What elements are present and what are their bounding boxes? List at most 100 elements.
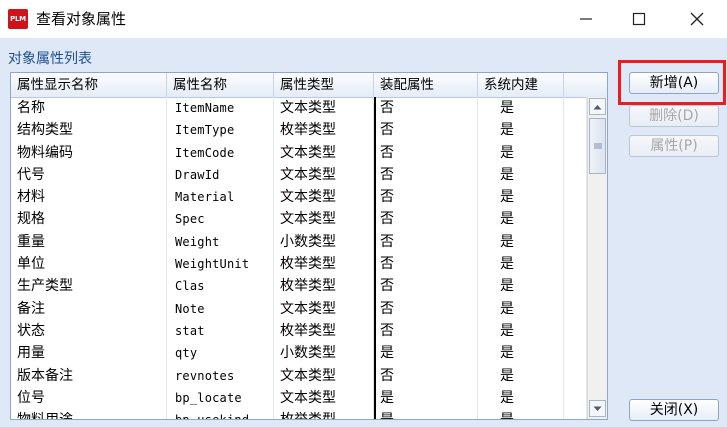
cell-assembly-attribute: 否 (374, 364, 478, 387)
cell-attribute-name: Material (167, 186, 274, 209)
cell-system-builtin: 是 (478, 141, 564, 164)
cell-attribute-type: 枚举类型 (274, 319, 374, 343)
cell-filler (564, 186, 587, 209)
cell-system-builtin: 是 (478, 319, 564, 343)
cell-filler (564, 364, 587, 387)
properties-button[interactable]: 属性(P) (629, 135, 719, 157)
column-header-attribute-name[interactable]: 属性名称 (167, 73, 274, 97)
cell-display-name: 物料用途 (11, 409, 167, 419)
cell-attribute-name: Weight (167, 230, 274, 254)
column-header-assembly-attribute[interactable]: 装配属性 (374, 73, 478, 97)
close-window-button[interactable] (674, 0, 720, 38)
maximize-button[interactable] (616, 0, 662, 38)
table-row[interactable]: 物料用途bp_usekind枚举类型是是 (11, 409, 587, 419)
table-row[interactable]: 重量 Weight 小数类型否是 (11, 230, 587, 254)
cell-display-name: 版本备注 (11, 364, 167, 387)
cell-attribute-type: 小数类型 (274, 342, 374, 365)
cell-attribute-name: bp_locate (167, 386, 274, 410)
window-title: 查看对象属性 (36, 10, 127, 28)
frozen-column-divider (374, 97, 376, 419)
cell-display-name: 重量 (11, 230, 167, 254)
cell-filler (564, 342, 587, 365)
table-row[interactable]: 结构类型 ItemType 枚举类型否是 (11, 119, 587, 142)
table-row[interactable]: 版本备注 revnotes 文本类型否是 (11, 364, 587, 387)
scroll-thumb[interactable] (589, 118, 606, 174)
cell-display-name: 状态 (11, 319, 167, 343)
table-row[interactable]: 备注 Note 文本类型否是 (11, 297, 587, 320)
cell-attribute-type: 文本类型 (274, 208, 374, 231)
cell-attribute-name: ItemName (167, 97, 274, 120)
table-row[interactable]: 单位 WeightUnit 枚举类型否是 (11, 253, 587, 276)
cell-attribute-name: bp_usekind (167, 409, 274, 419)
cell-filler (564, 97, 587, 120)
cell-attribute-name: Note (167, 297, 274, 320)
cell-filler (564, 163, 587, 187)
cell-attribute-name: stat (167, 319, 274, 343)
dialog-body: 对象属性列表 属性显示名称 属性名称 属性类型 装配属性 系统内建 名称 Item… (0, 38, 727, 427)
scroll-up-button[interactable] (589, 98, 606, 115)
chevron-up-icon (593, 104, 602, 109)
cell-attribute-type: 文本类型 (274, 386, 374, 410)
column-header-filler (564, 73, 607, 97)
maximize-icon (632, 12, 646, 26)
table-row[interactable]: 状态 stat 枚举类型否是 (11, 319, 587, 343)
cell-display-name: 结构类型 (11, 119, 167, 142)
cell-display-name: 物料编码 (11, 141, 167, 164)
table-row[interactable]: 位号 bp_locate 文本类型是是 (11, 386, 587, 410)
cell-attribute-name: revnotes (167, 364, 274, 387)
table-row[interactable]: 规格 Spec 文本类型否是 (11, 208, 587, 231)
cell-attribute-name: qty (167, 342, 274, 365)
cell-attribute-type: 小数类型 (274, 230, 374, 254)
cell-display-name: 用量 (11, 342, 167, 365)
cell-attribute-name: WeightUnit (167, 253, 274, 276)
scroll-down-button[interactable] (589, 400, 606, 417)
cell-assembly-attribute: 是 (374, 409, 478, 419)
cell-filler (564, 253, 587, 276)
cell-attribute-type: 文本类型 (274, 364, 374, 387)
cell-system-builtin: 是 (478, 386, 564, 410)
column-header-attribute-type[interactable]: 属性类型 (274, 73, 374, 97)
cell-assembly-attribute: 是 (374, 342, 478, 365)
cell-attribute-type: 枚举类型 (274, 253, 374, 276)
cell-filler (564, 409, 587, 419)
cell-filler (564, 386, 587, 410)
cell-system-builtin: 是 (478, 163, 564, 187)
cell-system-builtin: 是 (478, 119, 564, 142)
add-button[interactable]: 新增(A) (629, 72, 719, 94)
cell-attribute-type: 文本类型 (274, 297, 374, 320)
cell-filler (564, 275, 587, 298)
table-row[interactable]: 名称 ItemName 文本类型否是 (11, 97, 587, 120)
cell-system-builtin: 是 (478, 409, 564, 419)
table-row[interactable]: 生产类型 Clas 枚举类型否是 (11, 275, 587, 298)
minimize-button[interactable] (563, 0, 609, 38)
cell-assembly-attribute: 否 (374, 253, 478, 276)
cell-system-builtin: 是 (478, 364, 564, 387)
cell-filler (564, 319, 587, 343)
attribute-grid: 属性显示名称 属性名称 属性类型 装配属性 系统内建 名称 ItemName 文本类… (10, 72, 608, 420)
cell-display-name: 代号 (11, 163, 167, 187)
cell-attribute-name: DrawId (167, 163, 274, 187)
cell-display-name: 名称 (11, 97, 167, 120)
title-bar: PLM 查看对象属性 (0, 0, 727, 38)
cell-display-name: 规格 (11, 208, 167, 231)
cell-system-builtin: 是 (478, 342, 564, 365)
cell-system-builtin: 是 (478, 208, 564, 231)
cell-system-builtin: 是 (478, 186, 564, 209)
table-row[interactable]: 物料编码 ItemCode 文本类型否是 (11, 141, 587, 164)
column-header-system-builtin[interactable]: 系统内建 (478, 73, 564, 97)
table-row[interactable]: 材料 Material 文本类型否是 (11, 186, 587, 209)
table-row[interactable]: 代号 DrawId 文本类型否是 (11, 163, 587, 187)
cell-attribute-type: 文本类型 (274, 97, 374, 120)
close-button[interactable]: 关闭(X) (629, 399, 719, 421)
table-row[interactable]: 用量 qty 小数类型是是 (11, 342, 587, 365)
minimize-icon (580, 18, 592, 20)
cell-assembly-attribute: 否 (374, 97, 478, 120)
cell-filler (564, 208, 587, 231)
vertical-scrollbar[interactable] (587, 97, 607, 419)
chevron-down-icon (593, 406, 602, 411)
column-header-display-name[interactable]: 属性显示名称 (11, 73, 167, 97)
cell-attribute-name: Clas (167, 275, 274, 298)
cell-attribute-name: Spec (167, 208, 274, 231)
cell-system-builtin: 是 (478, 297, 564, 320)
delete-button[interactable]: 删除(D) (629, 105, 719, 127)
